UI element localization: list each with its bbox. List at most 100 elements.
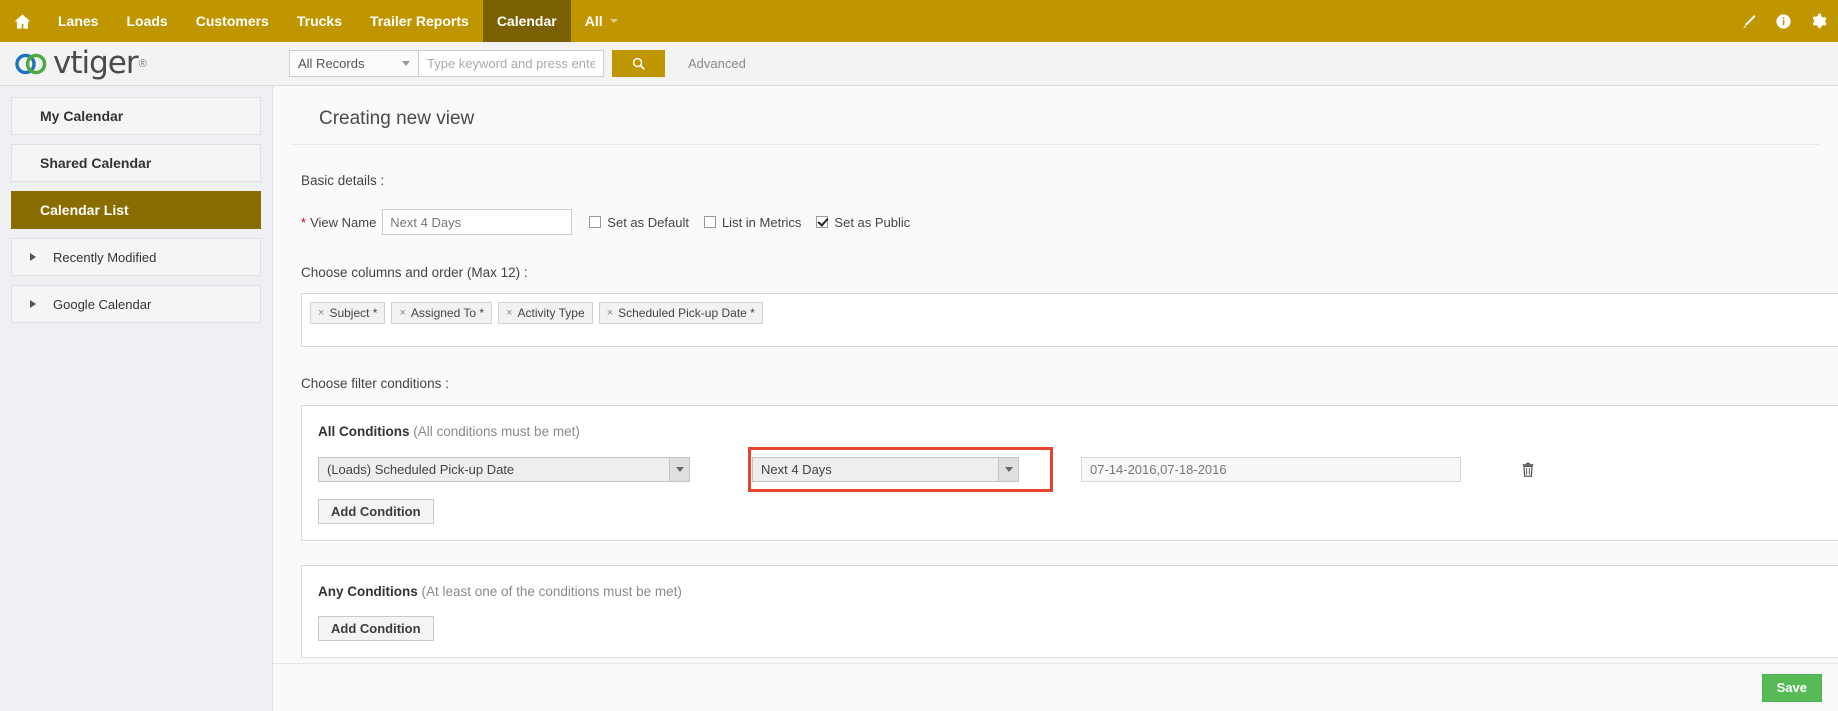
page-title: Creating new view: [291, 86, 1820, 145]
page-layout: My Calendar Shared Calendar Calendar Lis…: [0, 86, 1838, 711]
trash-icon[interactable]: [1521, 462, 1535, 478]
view-name-label: View Name: [310, 215, 376, 230]
checkbox-label: List in Metrics: [722, 215, 801, 230]
close-icon[interactable]: ×: [399, 307, 405, 319]
all-conditions-card: All Conditions (All conditions must be m…: [301, 405, 1838, 541]
sidebar-item-label: Calendar List: [40, 202, 129, 218]
nav-label: Calendar: [497, 13, 557, 29]
search-bar: vtiger ® All Records Advanced: [0, 42, 1838, 86]
advanced-search-link[interactable]: Advanced: [688, 56, 746, 71]
nav-label: Customers: [196, 13, 269, 29]
search-scope-select[interactable]: All Records: [289, 50, 419, 77]
column-tag-subject[interactable]: × Subject *: [310, 302, 385, 324]
sidebar-item-label: Shared Calendar: [40, 155, 151, 171]
required-marker: *: [301, 215, 306, 230]
condition-row: (Loads) Scheduled Pick-up Date Next 4 Da…: [318, 457, 1838, 482]
nav-label: Lanes: [58, 13, 98, 29]
gear-icon[interactable]: [1810, 12, 1828, 30]
any-conditions-subtitle: (At least one of the conditions must be …: [422, 584, 682, 599]
home-icon[interactable]: [0, 0, 44, 42]
nav-item-all[interactable]: All: [571, 0, 632, 42]
main-content: Creating new view Basic details : * View…: [272, 86, 1838, 711]
any-conditions-heading: Any Conditions: [318, 584, 418, 599]
column-tag-activity-type[interactable]: × Activity Type: [498, 302, 593, 324]
checkbox-label: Set as Default: [607, 215, 689, 230]
triangle-right-icon: [30, 253, 36, 261]
sidebar: My Calendar Shared Calendar Calendar Lis…: [0, 86, 272, 711]
column-tag-label: Subject *: [329, 306, 377, 320]
nav-label: Trucks: [297, 13, 342, 29]
checkbox-set-as-default[interactable]: Set as Default: [589, 215, 689, 230]
add-condition-button-all[interactable]: Add Condition: [318, 499, 434, 524]
column-tag-label: Activity Type: [518, 306, 585, 320]
close-icon[interactable]: ×: [607, 307, 613, 319]
brush-icon[interactable]: [1740, 13, 1757, 30]
chevron-down-icon: [669, 458, 689, 481]
nav-item-calendar[interactable]: Calendar: [483, 0, 571, 42]
sidebar-item-shared-calendar[interactable]: Shared Calendar: [11, 144, 261, 182]
top-navigation-bar: Lanes Loads Customers Trucks Trailer Rep…: [0, 0, 1838, 42]
sidebar-item-calendar-list[interactable]: Calendar List: [11, 191, 261, 229]
vtiger-logo[interactable]: vtiger ®: [14, 48, 269, 79]
filter-conditions-section: Choose filter conditions : All Condition…: [273, 376, 1838, 658]
nav-label: Trailer Reports: [370, 13, 469, 29]
nav-item-lanes[interactable]: Lanes: [44, 0, 112, 42]
sidebar-item-recently-modified[interactable]: Recently Modified: [11, 238, 261, 276]
all-conditions-subtitle: (All conditions must be met): [413, 424, 580, 439]
vtiger-logo-registered: ®: [139, 58, 147, 70]
condition-value-input[interactable]: [1081, 457, 1461, 482]
sidebar-item-google-calendar[interactable]: Google Calendar: [11, 285, 261, 323]
checkbox-list-in-metrics[interactable]: List in Metrics: [704, 215, 801, 230]
checkbox-box: [589, 216, 601, 228]
chevron-down-icon: [402, 61, 410, 66]
sidebar-item-label: Google Calendar: [53, 297, 151, 312]
all-conditions-heading: All Conditions: [318, 424, 410, 439]
column-tag-label: Assigned To *: [411, 306, 484, 320]
save-button[interactable]: Save: [1762, 674, 1822, 702]
choose-columns-section: Choose columns and order (Max 12) : × Su…: [273, 265, 1838, 347]
search-scope-value: All Records: [298, 56, 364, 71]
column-tag-assigned-to[interactable]: × Assigned To *: [391, 302, 492, 324]
info-icon[interactable]: [1775, 13, 1792, 30]
nav-item-customers[interactable]: Customers: [182, 0, 283, 42]
chevron-down-icon: [610, 19, 618, 23]
condition-comparator-value: Next 4 Days: [761, 462, 832, 477]
checkbox-label: Set as Public: [834, 215, 910, 230]
global-search-group: All Records: [289, 50, 665, 77]
view-options-checkbox-group: Set as Default List in Metrics Set as Pu…: [589, 215, 910, 230]
sidebar-item-label: Recently Modified: [53, 250, 156, 265]
checkbox-box-checked: [816, 216, 828, 228]
close-icon[interactable]: ×: [318, 307, 324, 319]
condition-field-select[interactable]: (Loads) Scheduled Pick-up Date: [318, 457, 690, 482]
nav-label: Loads: [126, 13, 167, 29]
search-icon: [631, 56, 646, 71]
add-condition-button-any[interactable]: Add Condition: [318, 616, 434, 641]
any-conditions-title: Any Conditions (At least one of the cond…: [318, 584, 1838, 599]
vtiger-logo-text: vtiger: [53, 48, 138, 79]
close-icon[interactable]: ×: [506, 307, 512, 319]
column-tag-scheduled-pickup-date[interactable]: × Scheduled Pick-up Date *: [599, 302, 763, 324]
search-button[interactable]: [612, 50, 665, 77]
nav-item-loads[interactable]: Loads: [112, 0, 181, 42]
selected-columns-box[interactable]: × Subject * × Assigned To * × Activity T…: [301, 293, 1838, 347]
nav-label: All: [585, 13, 603, 29]
sidebar-item-label: My Calendar: [40, 108, 123, 124]
nav-item-trailer-reports[interactable]: Trailer Reports: [356, 0, 483, 42]
triangle-right-icon: [30, 300, 36, 308]
choose-columns-label: Choose columns and order (Max 12) :: [273, 265, 1838, 280]
view-name-input[interactable]: [382, 209, 572, 235]
condition-comparator-select[interactable]: Next 4 Days: [752, 457, 1019, 482]
sidebar-item-my-calendar[interactable]: My Calendar: [11, 97, 261, 135]
basic-details-label: Basic details :: [273, 173, 1838, 188]
column-tag-label: Scheduled Pick-up Date *: [618, 306, 755, 320]
chevron-down-icon: [998, 458, 1018, 481]
condition-field-value: (Loads) Scheduled Pick-up Date: [327, 462, 514, 477]
checkbox-box: [704, 216, 716, 228]
vtiger-logo-icon: [14, 51, 50, 77]
checkbox-set-as-public[interactable]: Set as Public: [816, 215, 910, 230]
form-footer: Save: [273, 663, 1838, 711]
all-conditions-title: All Conditions (All conditions must be m…: [318, 424, 1838, 439]
basic-details-section: Basic details : * View Name Set as Defau…: [273, 173, 1838, 235]
search-input[interactable]: [419, 50, 604, 77]
nav-item-trucks[interactable]: Trucks: [283, 0, 356, 42]
